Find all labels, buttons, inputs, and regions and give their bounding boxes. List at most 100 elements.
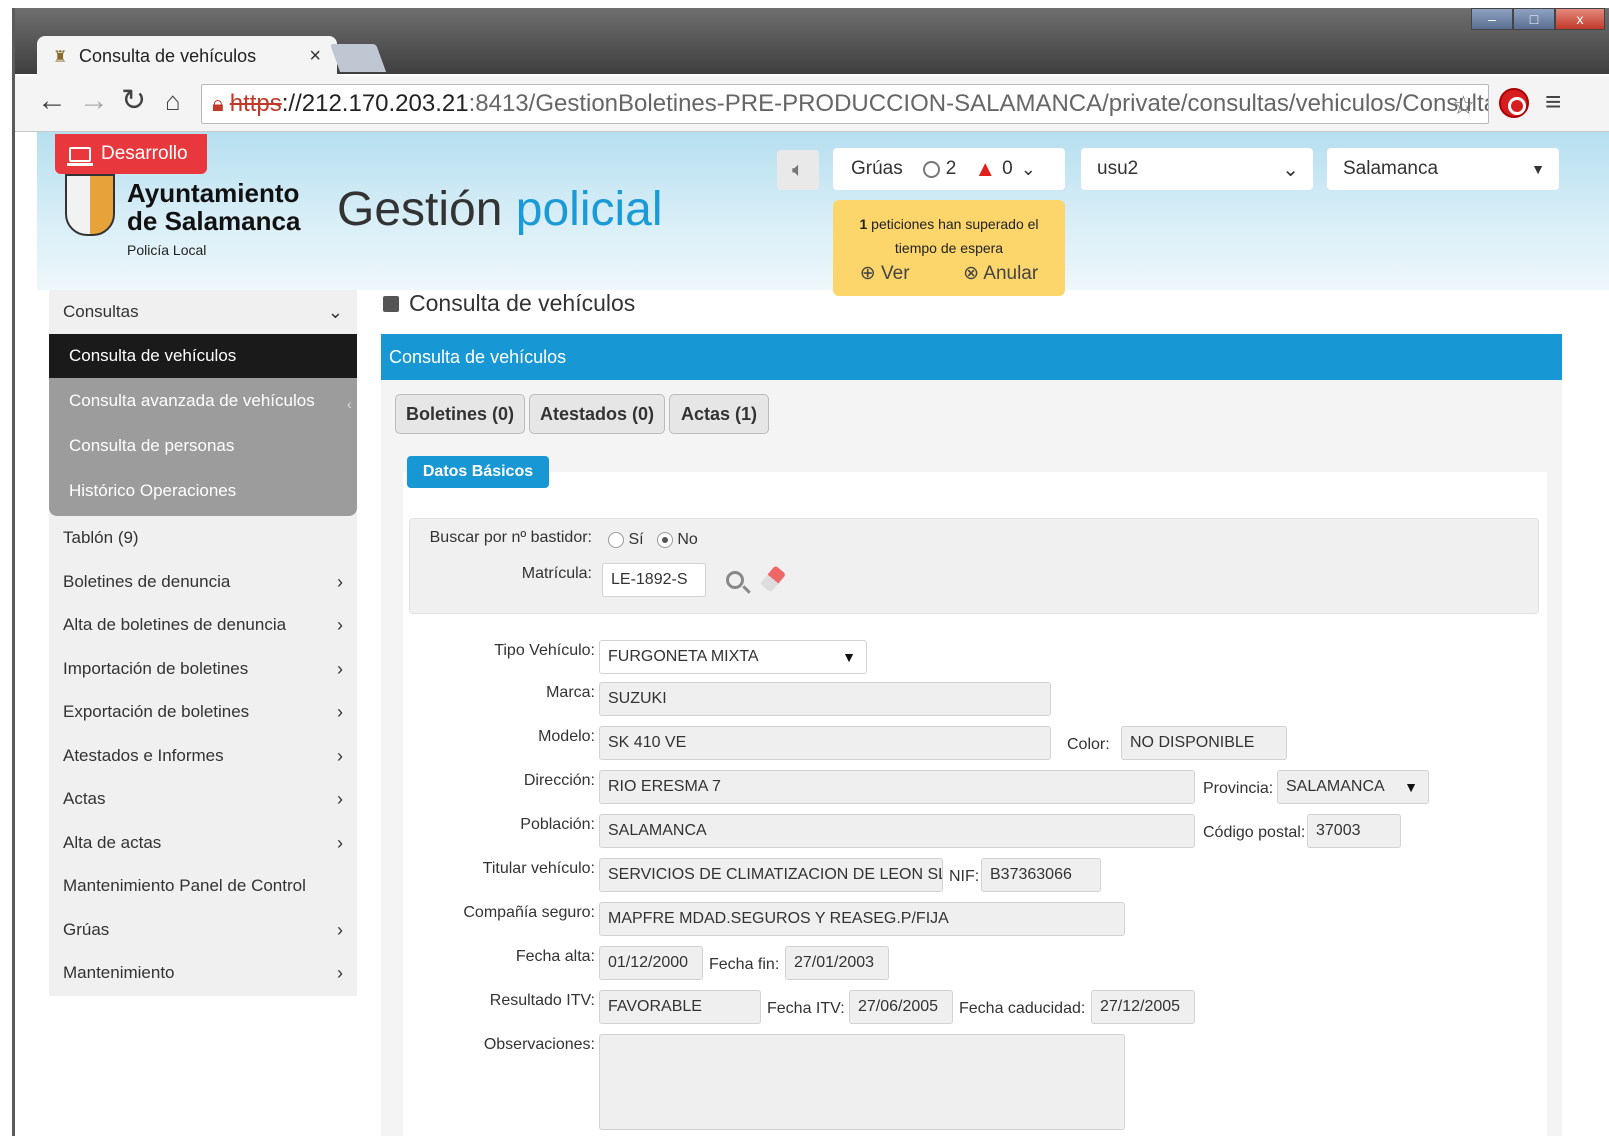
cp-field[interactable]: 37003 — [1307, 814, 1401, 848]
sidebar-item-label: Alta de boletines de denuncia — [63, 615, 287, 634]
tab-atestados[interactable]: Atestados (0) — [529, 394, 665, 434]
address-bar[interactable]: 🔒︎ https ://212.170.203.21 :8413/Gestion… — [201, 84, 1489, 124]
radio-si[interactable] — [608, 531, 624, 548]
sidebar-item-consultas[interactable]: Consultas ⌄ — [49, 290, 357, 334]
sidebar-subitem-consulta-avanzada[interactable]: Consulta avanzada de vehículos — [49, 379, 357, 423]
nif-field[interactable]: B37363066 — [981, 858, 1101, 892]
sidebar-subitem-historico[interactable]: Histórico Operaciones — [49, 469, 357, 513]
observaciones-textarea[interactable] — [599, 1034, 1125, 1130]
app-title-part1: Gestión — [337, 183, 503, 236]
forward-icon[interactable]: → — [79, 86, 109, 116]
tipo-vehiculo-select[interactable]: FURGONETA MIXTA ▼ — [599, 640, 867, 674]
gruas-status-dropdown[interactable]: Grúas 2 ▲ 0 ⌄ — [833, 148, 1065, 190]
chevron-right-icon: › — [337, 788, 343, 809]
sidebar-item-boletines[interactable]: Boletines de denuncia › — [49, 560, 357, 604]
bastidor-options: Sí No — [608, 531, 698, 549]
home-icon[interactable]: ⌂ — [165, 86, 181, 116]
observaciones-label: Observaciones: — [483, 1036, 595, 1053]
url-scheme: https — [229, 90, 282, 117]
tab-boletines[interactable]: Boletines (0) — [395, 394, 525, 434]
fecha-alta-field[interactable]: 01/12/2000 — [599, 946, 703, 980]
eraser-icon[interactable] — [759, 565, 787, 593]
sidebar-collapse-toggle[interactable]: ‹ — [347, 396, 359, 418]
direccion-field[interactable]: RIO ERESMA 7 — [599, 770, 1195, 804]
sidebar-item-gruas[interactable]: Grúas › — [49, 908, 357, 952]
sidebar-item-exportacion[interactable]: Exportación de boletines › — [49, 690, 357, 734]
chevron-down-icon: ⌄ — [327, 301, 343, 322]
notice-cancel-label: Anular — [983, 263, 1039, 284]
poblacion-field[interactable]: SALAMANCA — [599, 814, 1195, 848]
main-panel: Boletines (0) Atestados (0) Actas (1) Bu… — [381, 380, 1562, 1136]
sidebar-item-mantenimiento[interactable]: Mantenimiento › — [49, 951, 357, 995]
sidebar-item-label: Actas — [63, 789, 106, 808]
radio-no-label: No — [677, 531, 698, 548]
reload-icon[interactable]: ↻ — [121, 86, 146, 116]
notice-cancel-button[interactable]: ⊗ Anular — [963, 262, 1038, 286]
minimize-button[interactable]: – — [1471, 8, 1513, 30]
org-name-line1: Ayuntamiento — [127, 178, 300, 208]
sidebar: Consultas ⌄ Consulta de vehículos Consul… — [49, 290, 357, 996]
tab-actas[interactable]: Actas (1) — [669, 394, 769, 434]
sidebar-item-atestados[interactable]: Atestados e Informes › — [49, 734, 357, 778]
provincia-value: SALAMANCA — [1286, 778, 1385, 795]
seguro-field[interactable]: MAPFRE MDAD.SEGUROS Y REASEG.P/FIJA — [599, 902, 1125, 936]
sidebar-item-alta-boletines[interactable]: Alta de boletines de denuncia › — [49, 603, 357, 647]
tab-close-icon[interactable]: × — [309, 45, 321, 68]
notice-view-button[interactable]: ⊕ Ver — [860, 262, 910, 286]
browser-tab[interactable]: ♜ Consulta de vehículos × — [37, 36, 337, 76]
sidebar-item-mantenimiento-panel[interactable]: Mantenimiento Panel de Control — [49, 864, 357, 908]
radio-si-label: Sí — [628, 531, 644, 548]
notice-view-label: Ver — [881, 263, 910, 284]
user-select[interactable]: usu2 ⌄ — [1081, 148, 1313, 190]
back-icon[interactable]: ← — [37, 86, 67, 116]
fecha-fin-field[interactable]: 27/01/2003 — [785, 946, 889, 980]
modelo-field[interactable]: SK 410 VE — [599, 726, 1051, 760]
fecha-caducidad-field[interactable]: 27/12/2005 — [1091, 990, 1195, 1024]
titular-label: Titular vehículo: — [482, 860, 595, 877]
page-title-text: Consulta de vehículos — [409, 290, 636, 316]
marca-field[interactable]: SUZUKI — [599, 682, 1051, 716]
close-window-button[interactable]: x — [1555, 8, 1605, 30]
city-select[interactable]: Salamanca ▼ — [1327, 148, 1559, 190]
tipo-label: Tipo Vehículo: — [494, 642, 595, 659]
chevron-right-icon: › — [337, 962, 343, 983]
sidebar-item-tablon[interactable]: Tablón (9) — [49, 516, 357, 560]
matricula-input[interactable]: LE-1892-S — [602, 563, 706, 597]
color-field[interactable]: NO DISPONIBLE — [1121, 726, 1287, 760]
fecha-itv-field[interactable]: 27/06/2005 — [849, 990, 953, 1024]
sidebar-item-label: Grúas — [63, 920, 110, 939]
poblacion-label: Población: — [520, 816, 595, 833]
radio-no[interactable] — [656, 531, 673, 548]
menu-icon[interactable]: ≡ — [1545, 86, 1561, 118]
city-crest-logo — [65, 174, 115, 236]
notice-text-1: peticiones han superado el — [867, 216, 1039, 232]
provincia-select[interactable]: SALAMANCA ▼ — [1277, 770, 1429, 804]
modelo-label: Modelo: — [538, 728, 595, 745]
sidebar-subitem-consulta-vehiculos[interactable]: Consulta de vehículos — [49, 334, 357, 378]
itv-field[interactable]: FAVORABLE — [599, 990, 761, 1024]
direccion-label: Dirección: — [523, 772, 595, 789]
sidebar-item-label: Mantenimiento Panel de Control — [63, 876, 306, 895]
titular-field[interactable]: SERVICIOS DE CLIMATIZACION DE LEON SL — [599, 858, 943, 892]
datos-basicos-button[interactable]: Datos Básicos — [407, 456, 549, 488]
star-icon[interactable]: ☆ — [1452, 90, 1475, 121]
org-subtitle: Policía Local — [127, 242, 207, 258]
sidebar-subitem-consulta-personas[interactable]: Consulta de personas — [49, 424, 357, 468]
maximize-button[interactable]: □ — [1513, 8, 1555, 30]
chevron-right-icon: › — [337, 919, 343, 940]
new-tab-button[interactable] — [329, 44, 387, 72]
speaker-icon[interactable]: 🔈︎ — [777, 150, 819, 190]
adblock-icon[interactable] — [1499, 88, 1529, 118]
tab-title: Consulta de vehículos — [79, 45, 257, 66]
search-icon[interactable] — [726, 571, 744, 589]
panel-header: Consulta de vehículos — [381, 334, 1562, 380]
sidebar-item-actas[interactable]: Actas › — [49, 777, 357, 821]
chevron-right-icon: › — [337, 832, 343, 853]
sidebar-item-label: Importación de boletines — [63, 659, 249, 678]
color-label: Color: — [1067, 736, 1110, 753]
gruas-alert-count: 0 — [1002, 158, 1013, 179]
bastidor-label: Buscar por nº bastidor: — [429, 529, 592, 546]
sidebar-item-alta-actas[interactable]: Alta de actas › — [49, 821, 357, 865]
sidebar-item-importacion[interactable]: Importación de boletines › — [49, 647, 357, 691]
user-name: usu2 — [1097, 158, 1139, 179]
